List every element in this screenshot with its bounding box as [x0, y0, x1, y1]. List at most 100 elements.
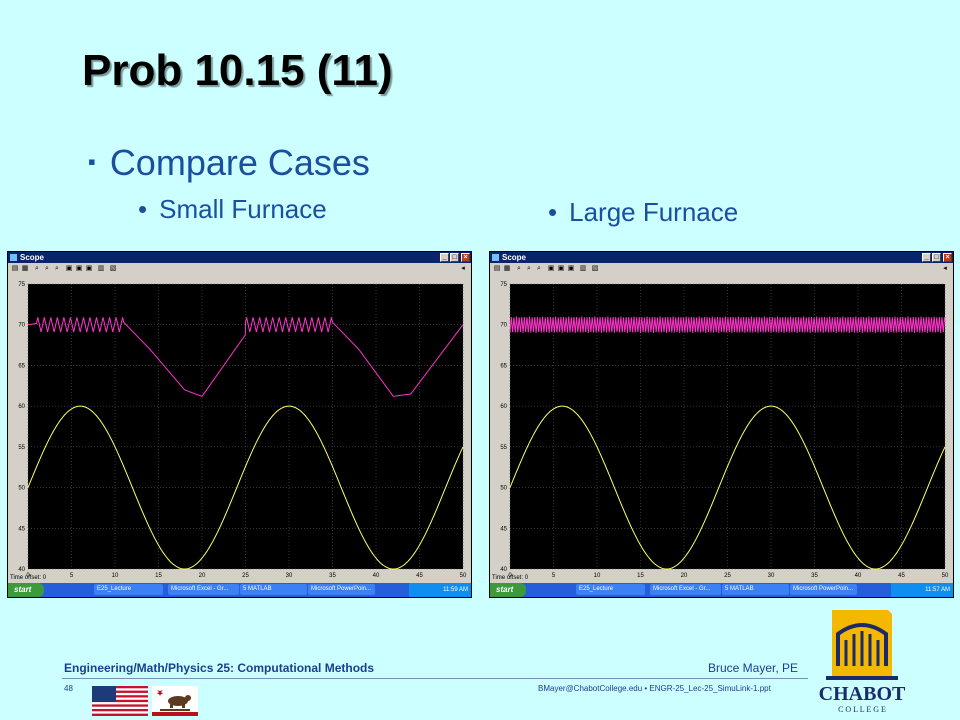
x-tick-label: 20	[681, 573, 688, 579]
autoscale-icon[interactable]: ▣	[65, 265, 73, 273]
us-flag-icon	[92, 686, 148, 716]
restore-axes-icon[interactable]: ▣	[85, 265, 93, 273]
task-button[interactable]: Microsoft PowerPoin...	[790, 584, 857, 595]
scope-window-large: Scope _ □ × ▤ ▦ ⌕ ⌕ ⌕ ▣ ▣ ▣ ▥ ▧ ◂ 0 5 10 15…	[489, 251, 954, 598]
footer-author: Bruce Mayer, PE	[708, 661, 799, 675]
print-icon[interactable]: ▤	[493, 265, 501, 273]
signal-selection-icon[interactable]: ▧	[109, 265, 117, 273]
bullet-dot-icon: •	[548, 197, 558, 227]
start-button[interactable]: start	[8, 583, 44, 597]
scope-window-small: Scope _ □ × ▤ ▦ ⌕ ⌕ ⌕ ▣ ▣ ▣ ▥ ▧ ◂ 0 5 10 15…	[7, 251, 472, 598]
save-axes-icon[interactable]: ▣	[557, 265, 565, 273]
y-tick-label: 75	[500, 282, 507, 288]
print-icon[interactable]: ▤	[11, 265, 19, 273]
bullet-square-icon: ▪	[88, 149, 96, 174]
window-title: Scope	[502, 253, 527, 262]
x-tick-label: 10	[594, 573, 601, 579]
params-icon[interactable]: ▦	[503, 265, 511, 273]
zoom-icon[interactable]: ⌕	[515, 265, 523, 273]
y-tick-label: 60	[500, 404, 507, 410]
save-axes-icon[interactable]: ▣	[75, 265, 83, 273]
scope-chart-small: 0 5 10 15 20 25 30 35 40 45 504045505560657075	[18, 282, 467, 579]
bullet-dot-icon: •	[138, 194, 148, 224]
x-tick-label: 50	[942, 573, 949, 579]
scope-app-icon	[492, 254, 499, 261]
system-tray-clock: 11:59 AM	[409, 583, 471, 597]
close-button[interactable]: ×	[943, 253, 952, 262]
windows-taskbar: start E25_Lecture Microsoft Excel - Gr..…	[490, 583, 953, 597]
task-button[interactable]: Microsoft PowerPoin...	[308, 584, 375, 595]
sub-bullet-small-furnace: • Small Furnace	[138, 194, 327, 225]
zoom-y-icon[interactable]: ⌕	[53, 265, 61, 273]
task-button[interactable]: E25_Lecture	[576, 584, 645, 595]
task-button[interactable]: E25_Lecture	[94, 584, 163, 595]
x-tick-label: 40	[373, 573, 380, 579]
task-button[interactable]: 5 MATLAB	[722, 584, 789, 595]
task-button[interactable]: Microsoft Excel - Gr...	[168, 584, 239, 595]
scope-plot-area: 0 5 10 15 20 25 30 35 40 45 50 40 45 50 55 60 65 70 75	[8, 276, 471, 579]
y-tick-label: 70	[500, 323, 507, 329]
window-title: Scope	[20, 253, 45, 262]
x-tick-label: 25	[724, 573, 731, 579]
zoom-y-icon[interactable]: ⌕	[535, 265, 543, 273]
y-tick-label: 50	[500, 486, 507, 492]
signal-selection-icon[interactable]: ▧	[591, 265, 599, 273]
start-button[interactable]: start	[490, 583, 526, 597]
zoom-x-icon[interactable]: ⌕	[43, 265, 51, 273]
footer-divider	[62, 678, 808, 679]
x-tick-label: 10	[112, 573, 119, 579]
y-tick-label: 55	[18, 445, 25, 451]
x-tick-label: 25	[242, 573, 249, 579]
restore-axes-icon[interactable]: ▣	[567, 265, 575, 273]
windows-taskbar: start E25_Lecture Microsoft Excel - Gr..…	[8, 583, 471, 597]
maximize-button[interactable]: □	[932, 253, 941, 262]
y-tick-label: 40	[18, 567, 25, 573]
scope-chart-large: 0 5 10 15 20 25 30 35 40 45 504045505560657075	[500, 282, 949, 579]
sub-bullet-text: Large Furnace	[569, 197, 739, 227]
autoscale-icon[interactable]: ▣	[547, 265, 555, 273]
y-tick-label: 65	[500, 363, 507, 369]
task-button[interactable]: Microsoft Excel - Gr...	[650, 584, 721, 595]
floating-scope-icon[interactable]: ▥	[97, 265, 105, 273]
x-tick-label: 5	[552, 573, 556, 579]
x-tick-label: 50	[460, 573, 467, 579]
window-titlebar[interactable]: Scope _ □ ×	[490, 252, 953, 263]
logo-sub: C O L L E G E	[838, 705, 886, 714]
slide-title: Prob 10.15 (11)	[82, 46, 393, 95]
close-button[interactable]: ×	[461, 253, 470, 262]
scope-toolbar: ▤ ▦ ⌕ ⌕ ⌕ ▣ ▣ ▣ ▥ ▧ ◂	[490, 263, 953, 276]
scope-plot-area: 0 5 10 15 20 25 30 35 40 45 50 40 45 50 55 60 65 70 75	[490, 276, 953, 579]
x-tick-label: 40	[855, 573, 862, 579]
window-titlebar[interactable]: Scope _ □ ×	[8, 252, 471, 263]
toolbar-pin-icon[interactable]: ◂	[459, 265, 467, 273]
floating-scope-icon[interactable]: ▥	[579, 265, 587, 273]
minimize-button[interactable]: _	[922, 253, 931, 262]
toolbar-pin-icon[interactable]: ◂	[941, 265, 949, 273]
footer-course: Engineering/Math/Physics 25: Computation…	[64, 661, 375, 675]
bullet-compare-cases: ▪ Compare Cases	[88, 142, 370, 184]
california-flag-icon	[152, 686, 198, 716]
zoom-x-icon[interactable]: ⌕	[525, 265, 533, 273]
minimize-button[interactable]: _	[440, 253, 449, 262]
sub-bullet-text: Small Furnace	[159, 194, 327, 224]
logo-name: CHABOT	[819, 683, 906, 705]
chabot-college-logo: CHABOT C O L L E G E	[819, 610, 906, 714]
footer-email: BMayer@ChabotCollege.edu • ENGR-25_Lec-2…	[538, 684, 771, 693]
x-tick-label: 5	[70, 573, 74, 579]
params-icon[interactable]: ▦	[21, 265, 29, 273]
x-tick-label: 35	[811, 573, 818, 579]
y-tick-label: 55	[500, 445, 507, 451]
scope-app-icon	[10, 254, 17, 261]
slide-number: 48	[64, 684, 73, 693]
task-button[interactable]: 5 MATLAB	[240, 584, 307, 595]
time-offset: Time offset: 0	[492, 575, 529, 581]
y-tick-label: 50	[18, 486, 25, 492]
y-tick-label: 70	[18, 323, 25, 329]
y-tick-label: 75	[18, 282, 25, 288]
scope-toolbar: ▤ ▦ ⌕ ⌕ ⌕ ▣ ▣ ▣ ▥ ▧ ◂	[8, 263, 471, 276]
x-tick-label: 45	[898, 573, 905, 579]
maximize-button[interactable]: □	[450, 253, 459, 262]
y-tick-label: 60	[18, 404, 25, 410]
x-tick-label: 30	[286, 573, 293, 579]
zoom-icon[interactable]: ⌕	[33, 265, 41, 273]
